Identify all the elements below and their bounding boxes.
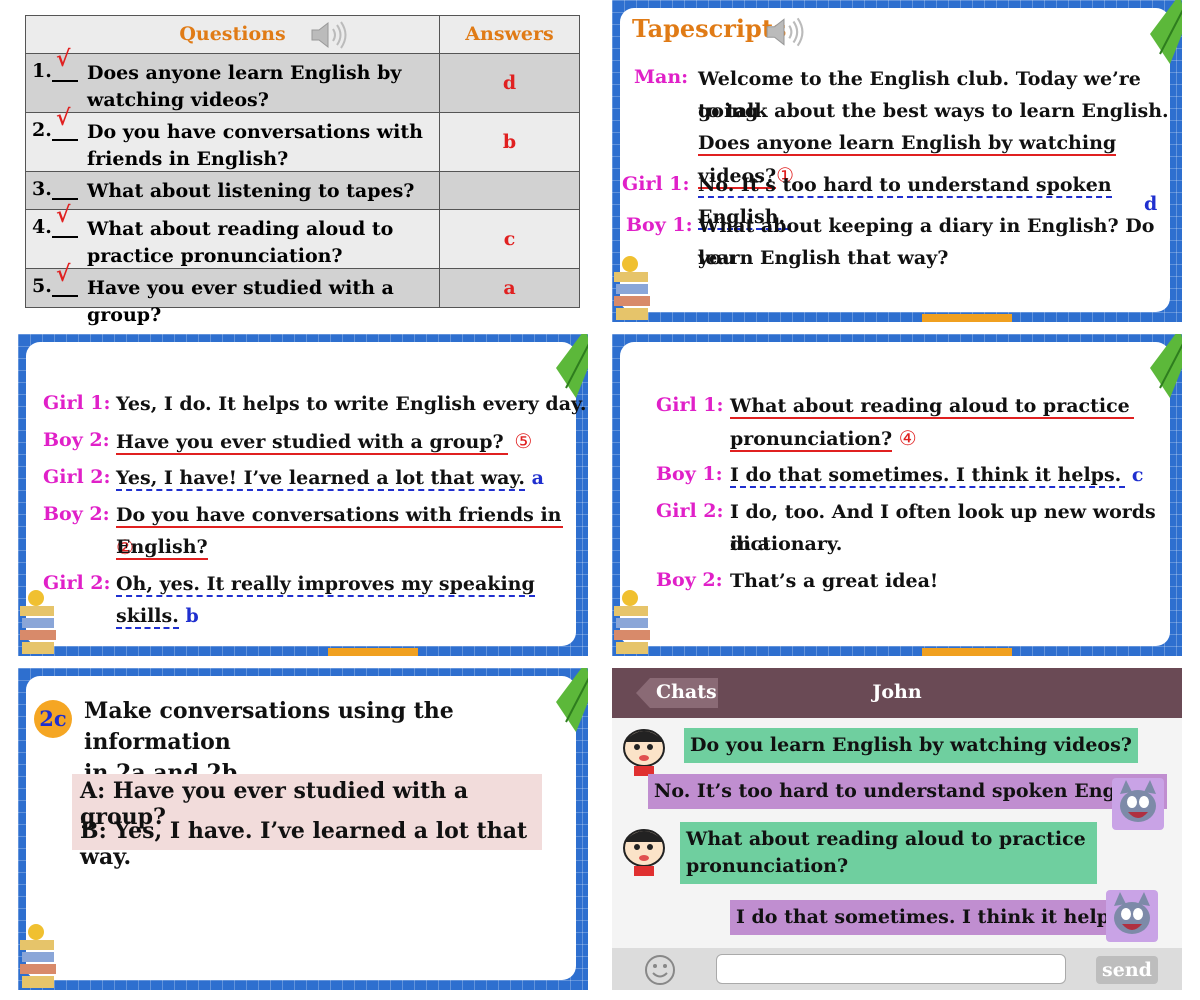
answer-letter: c xyxy=(1131,464,1144,486)
chat-window: Chats John Do you learn English by watch… xyxy=(612,668,1182,990)
questions-header-label: Questions xyxy=(179,23,286,46)
speaker-label: Boy 1: xyxy=(626,214,693,236)
question-text: What about reading aloud to practice pro… xyxy=(87,218,394,268)
check-mark-icon: √ xyxy=(56,202,71,229)
speaker-label: Girl 2: xyxy=(656,500,724,522)
chat-message: I do that sometimes. I think it helps. xyxy=(730,900,1134,935)
tapescripts-slide: Tapescripts Man: Welcome to the English … xyxy=(612,0,1182,322)
books-decoration-icon xyxy=(614,590,650,654)
question-text: Have you ever studied with a group? xyxy=(87,277,394,327)
instruction-line: Make conversations using the information xyxy=(84,698,454,755)
chat-message-line: What about reading aloud to practice xyxy=(686,828,1086,850)
check-mark-icon: √ xyxy=(56,45,71,72)
speaker-icon[interactable] xyxy=(764,15,804,53)
answer-letter: a xyxy=(531,467,544,489)
emoji-icon[interactable] xyxy=(644,954,676,986)
script-line: to talk about the best ways to learn Eng… xyxy=(698,100,1169,122)
example-box: A: Have you ever studied with a group? B… xyxy=(72,774,542,870)
script-line-highlight: pronunciation? xyxy=(730,428,893,452)
question-row: 2. √ Do you have conversations with frie… xyxy=(25,105,580,172)
check-mark-icon: √ xyxy=(56,261,71,288)
question-number: 3. xyxy=(32,177,52,200)
chat-message-line: pronunciation? xyxy=(686,855,849,877)
question-text: Do you have conversations with friends i… xyxy=(87,120,423,170)
speaker-label: Boy 2: xyxy=(43,429,110,451)
books-decoration-icon xyxy=(614,256,650,320)
avatar xyxy=(623,729,665,776)
script-line-highlight: Yes, I have! I’ve learned a lot that way… xyxy=(116,467,525,491)
avatar xyxy=(1112,778,1164,830)
activity-badge: 2c xyxy=(34,700,72,738)
script-line-highlight: English? xyxy=(116,536,208,560)
answer-letter: c xyxy=(439,209,580,270)
answer-letter xyxy=(439,170,580,211)
questions-header: Questions xyxy=(25,15,440,55)
avatar xyxy=(623,829,665,876)
books-decoration-icon xyxy=(20,924,56,988)
leaf-decoration-icon xyxy=(1150,0,1182,64)
speaker-label: Girl 1: xyxy=(622,173,690,195)
activity-2c-slide: 2c Make conversations using the informat… xyxy=(18,668,588,990)
script-line-highlight: Oh, yes. It really improves my speaking … xyxy=(116,573,535,629)
answer-blank[interactable] xyxy=(51,180,78,200)
speaker-label: Girl 2: xyxy=(43,466,111,488)
chat-header: Chats John xyxy=(612,668,1182,718)
chat-input-bar: send xyxy=(612,948,1182,990)
chat-message: Do you learn English by watching videos? xyxy=(684,728,1138,763)
chat-message: What about reading aloud to practice pro… xyxy=(680,822,1097,884)
script-line: dictionary. xyxy=(730,533,843,555)
speaker-label: Girl 1: xyxy=(43,392,111,414)
dialogue-slide-2: Girl 1: What about reading aloud to prac… xyxy=(612,334,1182,656)
speaker-label: Boy 1: xyxy=(656,463,723,485)
answer-letter: a xyxy=(439,268,580,308)
speaker-label: Boy 2: xyxy=(656,569,723,591)
answer-letter: d xyxy=(439,52,580,113)
question-number: 2. xyxy=(32,118,52,141)
script-line: That’s a great idea! xyxy=(730,570,939,592)
speaker-label: Boy 2: xyxy=(43,503,110,525)
script-line-highlight: What about reading aloud to practice xyxy=(730,395,1134,419)
question-ref-mark: ④ xyxy=(898,426,917,450)
question-row: 3. What about listening to tapes? xyxy=(25,170,580,211)
speaker-label: Man: xyxy=(634,66,689,88)
question-text: What about listening to tapes? xyxy=(87,179,415,202)
answer-letter: b xyxy=(185,605,199,627)
script-line-highlight: Have you ever studied with a group? xyxy=(116,431,508,455)
avatar xyxy=(1106,890,1158,942)
answer-letter: b xyxy=(439,111,580,172)
question-number: 5. xyxy=(32,275,52,298)
send-button[interactable]: send xyxy=(1096,956,1158,984)
question-row: 4. √ What about reading aloud to practic… xyxy=(25,202,580,270)
speaker-label: Girl 1: xyxy=(656,394,724,416)
script-line-highlight: Do you have conversations with friends i… xyxy=(116,504,564,528)
answers-header: Answers xyxy=(439,15,580,54)
chat-contact-name: John xyxy=(872,681,922,703)
script-line-highlight: I do that sometimes. I think it helps. xyxy=(730,464,1126,488)
message-input[interactable] xyxy=(716,954,1066,984)
script-line: learn English that way? xyxy=(698,247,949,269)
speaker-icon[interactable] xyxy=(309,20,347,55)
speaker-label: Girl 2: xyxy=(43,572,111,594)
question-ref-mark: ⑤ xyxy=(514,429,533,453)
leaf-decoration-icon xyxy=(1150,334,1182,398)
question-number: 1. xyxy=(32,59,52,82)
chat-message: No. It’s too hard to understand spoken E… xyxy=(648,774,1168,809)
question-text: Does anyone learn English by watching vi… xyxy=(87,61,402,111)
check-mark-icon: √ xyxy=(56,104,71,131)
question-row: 5. √ Have you ever studied with a group?… xyxy=(25,261,580,326)
example-line-b: B: Yes, I have. I’ve learned a lot that … xyxy=(80,818,528,870)
quiz-table: Questions Answers 1. √ Does anyone learn… xyxy=(25,15,580,326)
quiz-table-panel: Questions Answers 1. √ Does anyone learn… xyxy=(25,15,580,326)
question-row: 1. √ Does anyone learn English by watchi… xyxy=(25,46,580,113)
script-line: Yes, I do. It helps to write English eve… xyxy=(116,393,587,415)
dialogue-slide-1: Girl 1: Yes, I do. It helps to write Eng… xyxy=(18,334,588,656)
question-number: 4. xyxy=(32,216,52,239)
